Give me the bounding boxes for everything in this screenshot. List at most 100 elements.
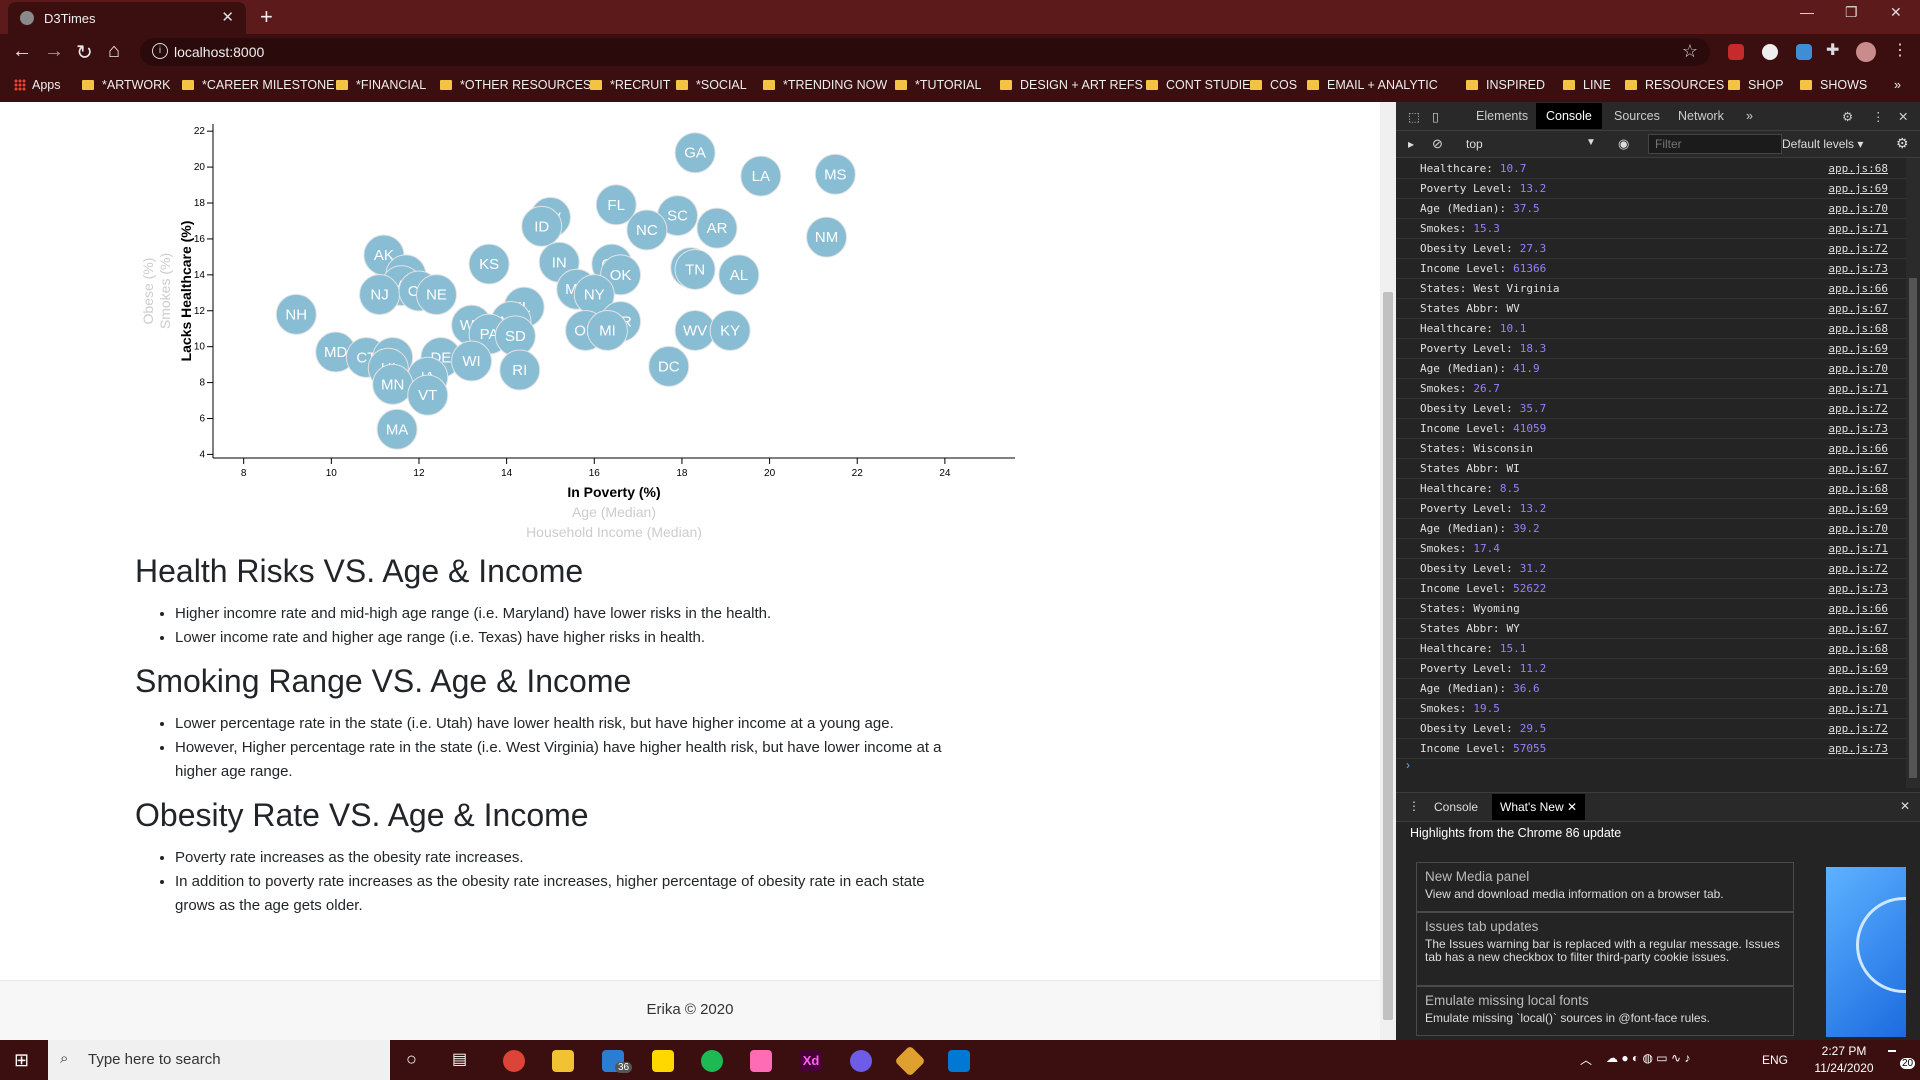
drawer-tab-console[interactable]: Console [1434,800,1478,814]
tab-elements[interactable]: Elements [1476,109,1528,123]
vscode-icon[interactable] [948,1050,970,1072]
more-tabs-icon[interactable]: » [1746,109,1753,123]
log-source-link[interactable]: app.js:69 [1828,342,1888,355]
log-source-link[interactable]: app.js:71 [1828,542,1888,555]
bookmark-folder[interactable]: RESOURCES [1625,78,1724,92]
log-source-link[interactable]: app.js:73 [1828,422,1888,435]
bookmark-folder[interactable]: *SOCIAL [676,78,747,92]
tray-chevron-icon[interactable]: ︿ [1580,1051,1592,1068]
bookmark-folder[interactable]: COS [1250,78,1297,92]
spotify-icon[interactable] [701,1050,723,1072]
extension-icon[interactable] [1762,44,1778,60]
bookmark-folder[interactable]: *OTHER RESOURCES [440,78,591,92]
scrollbar-thumb[interactable] [1383,292,1393,1020]
drawer-tab-whats-new[interactable]: What's New ✕ [1492,794,1586,820]
language-indicator[interactable]: ENG [1762,1053,1788,1067]
device-toggle-icon[interactable]: ▯ [1432,109,1439,124]
log-source-link[interactable]: app.js:72 [1828,402,1888,415]
bookmark-folder[interactable]: SHOP [1728,78,1783,92]
adobe-xd-icon[interactable]: Xd [800,1050,822,1072]
tray-icons[interactable]: ☁ ● ◐ ◍ ▭ ∿ ♪ [1606,1051,1690,1065]
log-source-link[interactable]: app.js:73 [1828,742,1888,755]
log-source-link[interactable]: app.js:67 [1828,622,1888,635]
puzzle-icon[interactable]: ✚ [1826,40,1842,59]
bookmark-folder[interactable]: CONT STUDIES [1146,78,1259,92]
log-source-link[interactable]: app.js:68 [1828,482,1888,495]
console-scrollbar[interactable] [1906,158,1920,788]
sourcetree-icon[interactable] [894,1045,926,1077]
address-bar[interactable]: i localhost:8000 ☆ [140,38,1710,66]
home-icon[interactable]: ⌂ [108,40,120,63]
log-source-link[interactable]: app.js:69 [1828,182,1888,195]
creative-cloud-icon[interactable] [750,1050,772,1072]
task-view-icon[interactable]: ▤ [452,1049,467,1069]
profile-avatar[interactable] [1856,42,1876,62]
bookmark-folder[interactable]: *RECRUIT [590,78,670,92]
browser-tab[interactable]: D3Times ✕ [8,2,246,34]
bookmark-folder[interactable]: *TRENDING NOW [763,78,887,92]
tab-console[interactable]: Console [1536,103,1602,129]
devtools-menu-icon[interactable]: ⋮ [1872,109,1885,124]
windows-start-icon[interactable]: ⊞ [14,1050,29,1071]
forward-icon[interactable]: → [44,40,64,63]
menu-kebab-icon[interactable]: ⋮ [1892,40,1908,59]
log-source-link[interactable]: app.js:70 [1828,682,1888,695]
pdf-extension-icon[interactable] [1728,44,1744,60]
bookmark-star-icon[interactable]: ☆ [1682,41,1698,62]
settings-gear-icon[interactable]: ⚙ [1842,109,1853,124]
console-filter-input[interactable] [1648,134,1782,154]
console-scroll-thumb[interactable] [1909,278,1917,778]
y-axis-label-inactive[interactable]: Obese (%) [140,258,156,325]
close-window-icon[interactable]: ✕ [1890,4,1902,21]
log-source-link[interactable]: app.js:72 [1828,722,1888,735]
app-icon[interactable] [850,1050,872,1072]
close-devtools-icon[interactable]: ✕ [1898,109,1908,124]
log-source-link[interactable]: app.js:66 [1828,602,1888,615]
x-axis-label-inactive[interactable]: Age (Median) [572,504,656,520]
log-source-link[interactable]: app.js:69 [1828,502,1888,515]
sticky-notes-icon[interactable] [652,1050,674,1072]
tab-network[interactable]: Network [1678,109,1724,123]
clock-date[interactable]: 11/24/2020 [1812,1061,1876,1075]
log-source-link[interactable]: app.js:72 [1828,242,1888,255]
console-settings-icon[interactable]: ⚙ [1896,135,1909,152]
log-source-link[interactable]: app.js:68 [1828,162,1888,175]
whats-new-card[interactable]: Issues tab updates The Issues warning bar… [1416,912,1794,986]
eye-icon[interactable]: ◉ [1618,136,1629,152]
log-levels-dropdown[interactable]: Default levels ▾ [1782,137,1863,151]
more-bookmarks-icon[interactable]: » [1894,78,1901,92]
log-source-link[interactable]: app.js:68 [1828,642,1888,655]
sidebar-toggle-icon[interactable]: ▸ [1408,137,1414,151]
bookmark-folder[interactable]: DESIGN + ART REFS [1000,78,1143,92]
info-icon[interactable]: i [152,43,168,59]
bookmark-folder[interactable]: *FINANCIAL [336,78,426,92]
reload-icon[interactable]: ↻ [76,40,93,65]
x-axis-label-active[interactable]: In Poverty (%) [567,484,660,500]
whats-new-card[interactable]: Emulate missing local fonts Emulate missi… [1416,986,1794,1036]
context-selector[interactable]: top [1466,137,1483,151]
log-source-link[interactable]: app.js:71 [1828,382,1888,395]
new-tab-icon[interactable]: + [260,4,273,30]
close-tab-icon[interactable]: ✕ [221,8,234,26]
taskbar-search[interactable]: ⌕ Type here to search [48,1040,390,1080]
close-drawer-icon[interactable]: ✕ [1900,799,1910,813]
log-source-link[interactable]: app.js:72 [1828,562,1888,575]
bookmark-folder[interactable]: LINE [1563,78,1611,92]
log-source-link[interactable]: app.js:73 [1828,582,1888,595]
bookmark-folder[interactable]: *ARTWORK [82,78,171,92]
chrome-icon[interactable] [503,1050,525,1072]
apps-shortcut[interactable]: Apps [14,78,61,92]
context-dropdown-icon[interactable]: ▼ [1586,137,1596,148]
log-source-link[interactable]: app.js:71 [1828,702,1888,715]
minimize-icon[interactable]: — [1800,4,1814,20]
bookmark-folder[interactable]: INSPIRED [1466,78,1545,92]
cortana-icon[interactable]: ○ [406,1049,417,1070]
whats-new-card[interactable]: New Media panel View and download media i… [1416,862,1794,912]
console-prompt-icon[interactable]: › [1406,758,1410,772]
tab-sources[interactable]: Sources [1614,109,1660,123]
log-source-link[interactable]: app.js:71 [1828,222,1888,235]
restore-icon[interactable]: ❐ [1845,4,1858,21]
notification-center-icon[interactable] [1888,1050,1896,1052]
log-source-link[interactable]: app.js:69 [1828,662,1888,675]
back-icon[interactable]: ← [12,40,32,63]
